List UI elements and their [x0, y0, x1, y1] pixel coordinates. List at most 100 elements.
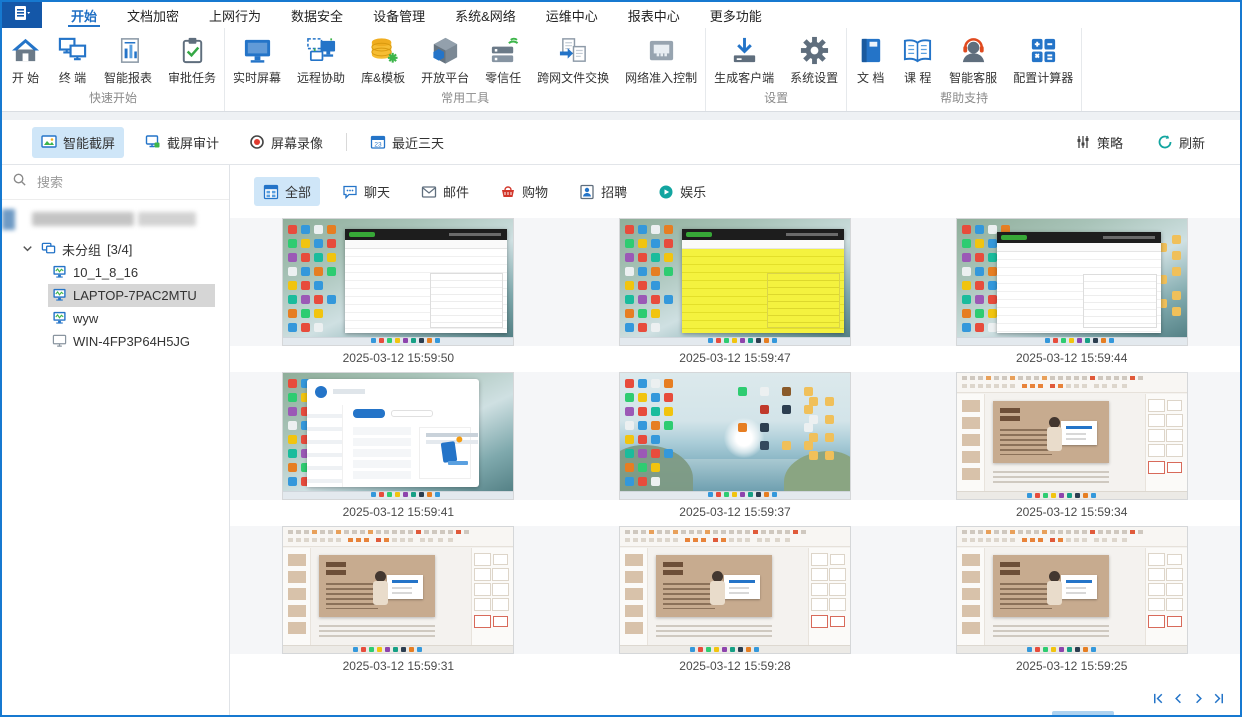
toolbar-separator: [346, 133, 347, 151]
menu-item-2[interactable]: 上网行为: [194, 2, 276, 28]
menu-item-0[interactable]: 开始: [56, 2, 112, 28]
ribbon-home-button[interactable]: 开 始: [2, 33, 49, 86]
screenshot-icon: [41, 134, 57, 150]
calendar-icon: 23: [370, 134, 386, 150]
screenshot-thumbnail-1[interactable]: [619, 218, 851, 346]
terminal-node-wyw[interactable]: wyw: [48, 307, 215, 330]
menu-item-4[interactable]: 设备管理: [358, 2, 440, 28]
svg-text:23: 23: [374, 142, 382, 149]
ribbon-gap: [2, 112, 1240, 120]
terminal-node-WIN-4FP3P64H5JG[interactable]: WIN-4FP3P64H5JG: [48, 330, 215, 353]
ribbon-group: 实时屏幕 远程协助 库&模板 开放平台 零信任 跨网文件交换: [225, 28, 706, 111]
ribbon-group: 生成客户端 系统设置 设置: [706, 28, 847, 111]
service-icon: [958, 35, 989, 66]
prev-page-button[interactable]: [1168, 690, 1188, 710]
filter-fun[interactable]: 娱乐: [649, 177, 715, 206]
screenshot-timestamp: 2025-03-12 15:59:37: [567, 500, 904, 526]
policy-icon: [1075, 134, 1091, 150]
filter-recruit[interactable]: 招聘: [570, 177, 636, 206]
ribbon-course-button[interactable]: 课 程: [894, 33, 941, 86]
terminals-icon: [57, 35, 88, 66]
screenshot-grid: 2025-03-12 15:59:502025-03-12 15:59:4720…: [230, 218, 1240, 680]
menu-item-5[interactable]: 系统&网络: [440, 2, 531, 28]
ribbon-client-button[interactable]: 生成客户端: [706, 33, 782, 86]
ribbon-report-button[interactable]: 智能报表: [96, 33, 160, 86]
library-icon: [368, 35, 399, 66]
client-icon: [729, 35, 760, 66]
first-page-button[interactable]: [1148, 690, 1168, 710]
first-page-icon: [1151, 691, 1166, 709]
main-area: 未分组 [3/4] 10_1_8_16 LAPTOP-7PAC2MTU wyw …: [2, 165, 1240, 716]
screenshot-timestamp: 2025-03-12 15:59:31: [230, 654, 567, 680]
tree-group-ungrouped[interactable]: 未分组 [3/4]: [2, 238, 229, 261]
redacted-icon: [2, 209, 15, 230]
filter-chat[interactable]: 聊天: [333, 177, 399, 206]
horizontal-scrollbar-thumb[interactable]: [1052, 711, 1114, 716]
menu-item-1[interactable]: 文档加密: [112, 2, 194, 28]
screenshot-thumbnail-6[interactable]: [282, 526, 514, 654]
toolbar-refresh-button[interactable]: 刷新: [1148, 127, 1214, 158]
menu-item-6[interactable]: 运维中心: [531, 2, 613, 28]
ribbon-platform-button[interactable]: 开放平台: [413, 33, 477, 86]
ribbon-service-button[interactable]: 智能客服: [941, 33, 1005, 86]
menu-bar: 开始文档加密上网行为数据安全设备管理系统&网络运维中心报表中心更多功能: [2, 2, 1240, 28]
screenshot-timestamp: 2025-03-12 15:59:47: [567, 346, 904, 372]
app-menu-button[interactable]: [2, 2, 42, 28]
ribbon-remote-button[interactable]: 远程协助: [289, 33, 353, 86]
redacted-text: [138, 212, 196, 226]
menu-item-8[interactable]: 更多功能: [695, 2, 777, 28]
filter-shopping[interactable]: 购物: [491, 177, 557, 206]
ribbon-book-button[interactable]: 文 档: [847, 33, 894, 86]
zerotrust-icon: [488, 35, 519, 66]
chat-icon: [342, 184, 358, 200]
search-input[interactable]: [35, 174, 219, 191]
terminal-online-icon: [52, 310, 67, 328]
menu-item-7[interactable]: 报表中心: [613, 2, 695, 28]
screenshot-timestamp: 2025-03-12 15:59:41: [230, 500, 567, 526]
next-page-button[interactable]: [1188, 690, 1208, 710]
screenshot-thumbnail-5[interactable]: [956, 372, 1188, 500]
ribbon-group-label: 设置: [706, 88, 846, 111]
audit-icon: [145, 134, 161, 150]
last-page-icon: [1211, 691, 1226, 709]
group-label: 未分组: [62, 240, 101, 259]
screenshot-thumbnail-7[interactable]: [619, 526, 851, 654]
screenshot-thumbnail-3[interactable]: [282, 372, 514, 500]
ribbon-zerotrust-button[interactable]: 零信任: [477, 33, 529, 86]
screenshot-thumbnail-0[interactable]: [282, 218, 514, 346]
search-box: [2, 165, 229, 200]
terminal-node-10_1_8_16[interactable]: 10_1_8_16: [48, 261, 215, 284]
toolbar-screenshot-button[interactable]: 智能截屏: [32, 127, 124, 158]
toolbar-audit-button[interactable]: 截屏审计: [136, 127, 228, 158]
screenshot-thumbnail-2[interactable]: [956, 218, 1188, 346]
ribbon-gear-button[interactable]: 系统设置: [782, 33, 846, 86]
ribbon-calculator-button[interactable]: 配置计算器: [1005, 33, 1081, 86]
ribbon-group-label: 快速开始: [2, 88, 224, 111]
screenshot-thumbnail-8[interactable]: [956, 526, 1188, 654]
chevron-down-icon: [20, 241, 35, 259]
filter-grid[interactable]: 全部: [254, 177, 320, 206]
filter-mail[interactable]: 邮件: [412, 177, 478, 206]
last-page-button[interactable]: [1208, 690, 1228, 710]
thumbnail-row: [230, 372, 1240, 500]
ribbon-terminals-button[interactable]: 终 端: [49, 33, 96, 86]
terminal-online-icon: [52, 264, 67, 282]
book-icon: [855, 35, 886, 66]
toolbar-policy-button[interactable]: 策略: [1066, 127, 1132, 158]
thumbnail-row: [230, 526, 1240, 654]
terminal-node-LAPTOP-7PAC2MTU[interactable]: LAPTOP-7PAC2MTU: [48, 284, 215, 307]
calculator-icon: [1028, 35, 1059, 66]
redacted-root-node[interactable]: [2, 208, 229, 232]
course-icon: [902, 35, 933, 66]
ribbon-approval-button[interactable]: 审批任务: [160, 33, 224, 86]
toolbar-record-button[interactable]: 屏幕录像: [240, 127, 332, 158]
ribbon-exchange-button[interactable]: 跨网文件交换: [529, 33, 617, 86]
menu-item-3[interactable]: 数据安全: [276, 2, 358, 28]
ribbon-nac-button[interactable]: 网络准入控制: [617, 33, 705, 86]
next-page-icon: [1191, 691, 1206, 709]
toolbar-calendar-button[interactable]: 23 最近三天: [361, 127, 453, 158]
ribbon-library-button[interactable]: 库&模板: [353, 33, 413, 86]
ribbon-monitor-button[interactable]: 实时屏幕: [225, 33, 289, 86]
pagination: 第 1 页, 共 114 页: [1148, 690, 1228, 710]
screenshot-thumbnail-4[interactable]: [619, 372, 851, 500]
